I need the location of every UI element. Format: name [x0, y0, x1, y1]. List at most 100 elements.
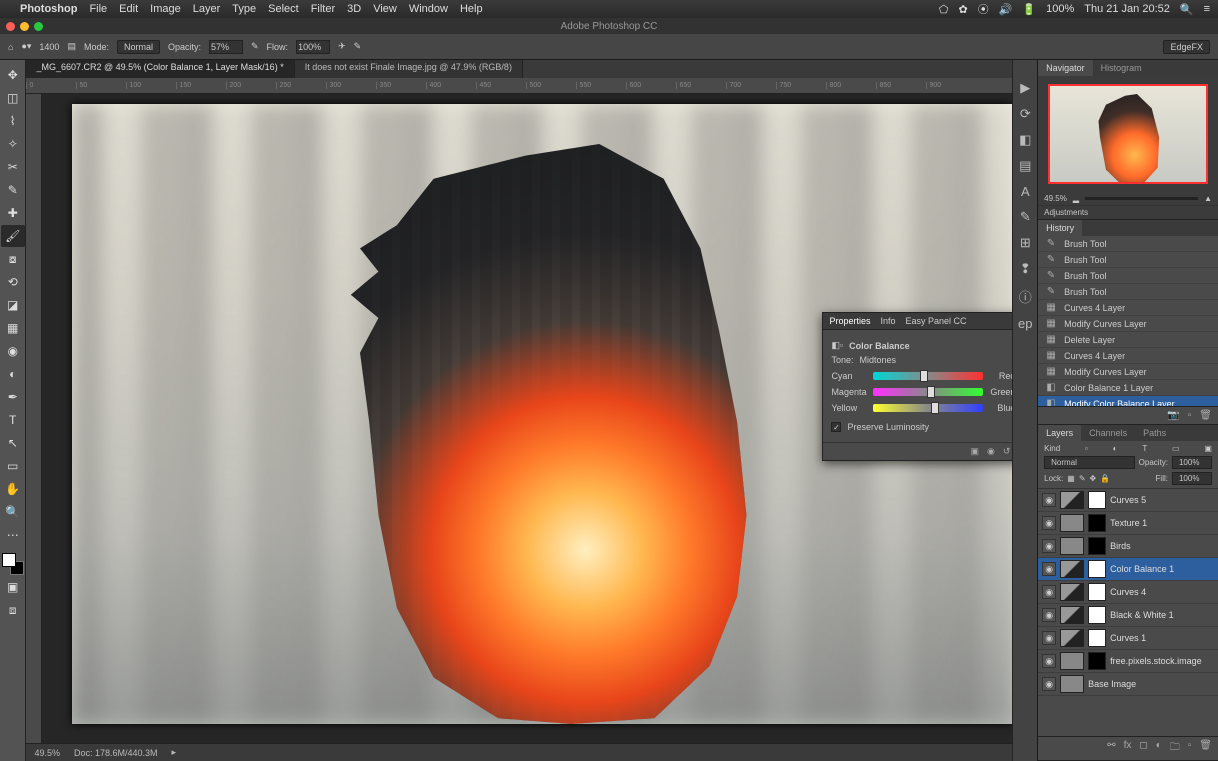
history-snapshot-icon[interactable]: 📷 — [1167, 410, 1179, 421]
info-tab[interactable]: Info — [880, 316, 895, 326]
layer-adj-thumb[interactable] — [1060, 583, 1084, 601]
layer-opacity-value[interactable]: 100% — [1172, 456, 1212, 469]
tool-wand[interactable]: ✧ — [1, 133, 25, 155]
history-item[interactable]: ✎Brush Tool — [1038, 284, 1218, 300]
tool-dodge[interactable]: ◐ — [1, 363, 25, 385]
visibility-toggle[interactable]: ◉ — [1042, 608, 1056, 622]
tool-gradient[interactable]: ▦ — [1, 317, 25, 339]
tool-zoom[interactable]: 🔍 — [1, 501, 25, 523]
history-trash-icon[interactable]: 🗑 — [1199, 410, 1212, 421]
easypanel-tab[interactable]: Easy Panel CC — [905, 316, 966, 326]
lock-pos-icon[interactable]: ✥ — [1090, 474, 1097, 483]
menu-filter[interactable]: Filter — [311, 3, 335, 15]
group-icon[interactable]: 🗀 — [1170, 740, 1180, 757]
app-name[interactable]: Photoshop — [20, 3, 77, 15]
tool-type[interactable]: T — [1, 409, 25, 431]
preserve-lum-checkbox[interactable]: ✓ — [831, 422, 841, 432]
wifi-icon[interactable]: ⦿ — [978, 1, 989, 17]
tool-blur[interactable]: ◉ — [1, 340, 25, 362]
adjustments-label[interactable]: Adjustments — [1044, 208, 1088, 217]
canvas[interactable]: Properties Info Easy Panel CC ◧▫ Color B… — [42, 94, 1012, 743]
brush-panel-icon[interactable]: ▤ — [67, 41, 76, 52]
dropbox-icon[interactable]: ⬠ — [939, 3, 949, 16]
doc-tab-1[interactable]: _MG_6607.CR2 @ 49.5% (Color Balance 1, L… — [26, 60, 294, 78]
reset-icon[interactable]: ↺ — [1003, 446, 1011, 457]
menu-3d[interactable]: 3D — [347, 3, 361, 15]
layer-thumb[interactable] — [1060, 652, 1084, 670]
nav-zoom-value[interactable]: 49.5% — [1044, 194, 1067, 203]
yellow-blue-slider[interactable] — [873, 404, 983, 412]
menu-select[interactable]: Select — [268, 3, 299, 15]
visibility-toggle[interactable]: ◉ — [1042, 631, 1056, 645]
color-swatches[interactable] — [2, 553, 24, 575]
filter-shape-icon[interactable]: ▭ — [1172, 444, 1180, 453]
zoom-button[interactable] — [34, 22, 43, 31]
blend-mode-select[interactable]: Normal — [1044, 456, 1135, 469]
battery-icon[interactable]: 🔋 — [1022, 3, 1036, 16]
navigator-thumbnail[interactable] — [1048, 84, 1208, 184]
strip-character-icon[interactable]: A — [1021, 184, 1030, 199]
tool-heal[interactable]: ✚ — [1, 202, 25, 224]
menu-extra-icon[interactable]: ≡ — [1204, 3, 1210, 15]
strip-brush-icon[interactable]: ✎ — [1020, 209, 1031, 225]
properties-panel[interactable]: Properties Info Easy Panel CC ◧▫ Color B… — [822, 312, 1012, 461]
traffic-lights[interactable] — [6, 22, 43, 31]
lock-pixel-icon[interactable]: ✎ — [1079, 474, 1086, 483]
layer-mask-thumb[interactable] — [1088, 583, 1106, 601]
layer-row[interactable]: ◉ Curves 1 — [1038, 627, 1218, 650]
layer-name[interactable]: Curves 4 — [1110, 587, 1146, 597]
visibility-toggle[interactable]: ◉ — [1042, 516, 1056, 530]
close-button[interactable] — [6, 22, 15, 31]
filter-adj-icon[interactable]: ◐ — [1113, 444, 1118, 453]
menu-edit[interactable]: Edit — [119, 3, 138, 15]
strip-swatch-icon[interactable]: ◧ — [1019, 132, 1031, 148]
new-layer-icon[interactable]: ▫ — [1188, 740, 1192, 757]
delete-layer-icon[interactable]: 🗑 — [1199, 740, 1212, 757]
layer-row[interactable]: ◉Texture 1 — [1038, 512, 1218, 535]
layer-name[interactable]: Curves 1 — [1110, 633, 1146, 643]
strip-refresh-icon[interactable]: ⟳ — [1020, 106, 1031, 122]
menu-view[interactable]: View — [373, 3, 397, 15]
menu-window[interactable]: Window — [409, 3, 448, 15]
layer-adj-thumb[interactable] — [1060, 629, 1084, 647]
fill-value[interactable]: 100% — [1172, 472, 1212, 485]
layer-mask-thumb[interactable] — [1088, 514, 1106, 532]
volume-icon[interactable]: 🔊 — [999, 3, 1013, 16]
brush-size[interactable]: 1400 — [39, 42, 59, 52]
tool-history-brush[interactable]: ⟲ — [1, 271, 25, 293]
history-item[interactable]: ◧Color Balance 1 Layer — [1038, 380, 1218, 396]
statusbar-chevron-icon[interactable]: ▸ — [172, 747, 177, 758]
layer-mask-thumb[interactable] — [1088, 652, 1106, 670]
home-icon[interactable]: ⌂ — [8, 42, 13, 52]
history-item[interactable]: ✎Brush Tool — [1038, 252, 1218, 268]
history-item[interactable]: ▦Modify Curves Layer — [1038, 316, 1218, 332]
layer-row[interactable]: ◉ Curves 4 — [1038, 581, 1218, 604]
tool-path[interactable]: ↖ — [1, 432, 25, 454]
tool-crop[interactable]: ✂ — [1, 156, 25, 178]
paths-tab[interactable]: Paths — [1135, 425, 1174, 441]
zoom-in-icon[interactable]: ▲ — [1204, 194, 1212, 203]
airbrush-icon[interactable]: ✈ — [338, 41, 346, 52]
tool-marquee[interactable]: ◫ — [1, 87, 25, 109]
tone-select[interactable]: Midtones — [859, 355, 1012, 365]
layer-name[interactable]: Base Image — [1088, 679, 1136, 689]
magenta-green-slider[interactable] — [873, 388, 983, 396]
lock-trans-icon[interactable]: ▦ — [1067, 474, 1075, 483]
layer-adj-thumb[interactable] — [1060, 606, 1084, 624]
nav-zoom-slider[interactable] — [1085, 197, 1198, 200]
history-item[interactable]: ▦Modify Curves Layer — [1038, 364, 1218, 380]
layers-tab[interactable]: Layers — [1038, 425, 1081, 441]
strip-info-icon[interactable]: ⓘ — [1019, 287, 1032, 306]
evernote-icon[interactable]: ✿ — [958, 3, 967, 16]
menu-layer[interactable]: Layer — [193, 3, 221, 15]
clip-icon[interactable]: ▣ — [971, 446, 980, 457]
layer-mask-thumb[interactable] — [1088, 491, 1106, 509]
tool-pen[interactable]: ✒ — [1, 386, 25, 408]
visibility-toggle[interactable]: ◉ — [1042, 585, 1056, 599]
properties-tab[interactable]: Properties — [829, 316, 870, 326]
strip-play-icon[interactable]: ▶ — [1020, 80, 1030, 96]
history-item[interactable]: ▦Curves 4 Layer — [1038, 300, 1218, 316]
ruler-vertical[interactable] — [26, 94, 42, 743]
history-item[interactable]: ▦Curves 4 Layer — [1038, 348, 1218, 364]
visibility-toggle[interactable]: ◉ — [1042, 493, 1056, 507]
